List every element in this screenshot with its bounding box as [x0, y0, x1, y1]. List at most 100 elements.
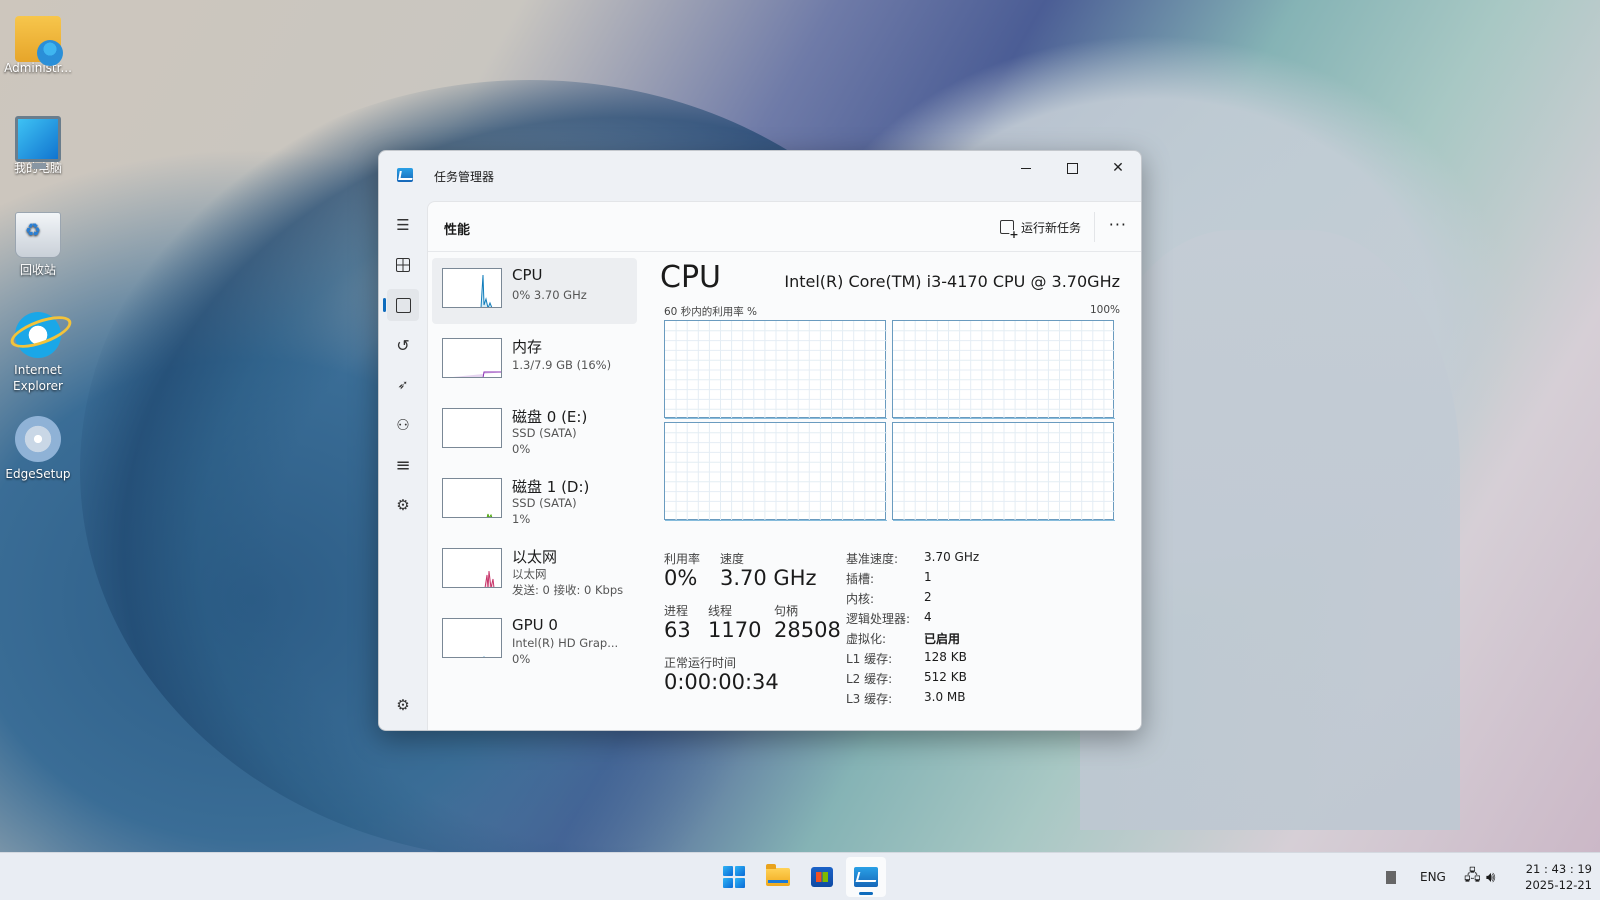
file-explorer-icon	[766, 864, 790, 886]
disk0-thumbnail	[442, 408, 502, 448]
utilization-axis-label: 60 秒内的利用率 %	[664, 306, 758, 318]
info-value: 128 KB	[924, 650, 967, 664]
user-folder-icon	[15, 16, 63, 66]
desktop-icon-label: 回收站	[19, 263, 56, 277]
desktop-icon-edgesetup[interactable]: EdgeSetup	[0, 410, 76, 482]
device-name: CPU	[512, 266, 543, 284]
info-key: L1 缓存:	[846, 652, 893, 666]
disk1-thumbnail	[442, 478, 502, 518]
info-value: 3.0 MB	[924, 690, 966, 704]
info-key: 内核:	[846, 592, 875, 606]
device-sub1: 以太网	[512, 567, 547, 581]
device-sub1: 0% 3.70 GHz	[512, 288, 587, 302]
handles-label: 句柄	[774, 604, 799, 618]
notification-tray-icon[interactable]	[1386, 853, 1396, 900]
run-new-task-button[interactable]: 运行新任务	[999, 215, 1081, 240]
cpu-graph-core-2	[664, 422, 887, 521]
cpu-graph-svg	[893, 423, 1115, 521]
device-sub1: SSD (SATA)	[512, 426, 577, 440]
desktop-icon-my-computer[interactable]: 我的电脑	[0, 110, 76, 176]
info-value: 2	[924, 590, 932, 604]
nav-processes-icon[interactable]	[387, 249, 419, 281]
desktop-icon-label: Internet Explorer	[13, 363, 63, 393]
nav-services-icon[interactable]	[387, 489, 419, 521]
device-item-cpu[interactable]: CPU 0% 3.70 GHz	[432, 258, 637, 324]
device-item-gpu0[interactable]: GPU 0 Intel(R) HD Grap... 0%	[432, 608, 637, 674]
clock-date: 2025-12-21	[1525, 878, 1592, 892]
processes-label: 进程	[664, 604, 689, 618]
desktop-icon-administrator[interactable]: Administr...	[0, 10, 76, 76]
cpu-graph-svg	[665, 321, 887, 419]
ethernet-thumbnail	[442, 548, 502, 588]
cpu-graph-svg	[665, 423, 887, 521]
device-item-memory[interactable]: 内存 1.3/7.9 GB (16%)	[432, 328, 637, 394]
network-icon[interactable]: 🖧	[1464, 853, 1481, 900]
task-manager-icon	[854, 867, 878, 887]
setup-disc-icon	[11, 410, 61, 462]
info-key: L2 缓存:	[846, 672, 893, 686]
device-name: 磁盘 1 (D:)	[512, 478, 590, 496]
device-sub1: SSD (SATA)	[512, 496, 577, 510]
system-clock[interactable]: 21 : 43 : 19 2025-12-21	[1512, 861, 1592, 893]
taskbar: ENG 🖧 🔊︎ 21 : 43 : 19 2025-12-21	[0, 852, 1600, 900]
device-name: 内存	[512, 338, 543, 356]
processes-value: 63	[664, 618, 691, 642]
nav-users-icon[interactable]	[387, 409, 419, 441]
computer-icon	[15, 116, 61, 169]
nav-performance-icon[interactable]	[383, 289, 419, 321]
hamburger-menu-icon[interactable]	[387, 209, 419, 241]
input-language[interactable]: ENG	[1420, 853, 1446, 900]
maximize-button[interactable]	[1049, 151, 1095, 185]
nav-rail	[379, 201, 427, 730]
device-name: 以太网	[512, 548, 558, 566]
new-task-icon	[999, 220, 1019, 240]
device-item-ethernet[interactable]: 以太网 以太网 发送: 0 接收: 0 Kbps	[432, 538, 637, 604]
device-sub2: 0%	[512, 442, 531, 456]
cpu-graph-svg	[893, 321, 1115, 419]
desktop-icon-recycle-bin[interactable]: 回收站	[0, 212, 76, 278]
nav-app-history-icon[interactable]	[387, 329, 419, 361]
nav-startup-apps-icon[interactable]	[387, 369, 419, 401]
info-value: 已启用	[924, 632, 961, 646]
window-title: 任务管理器	[434, 170, 495, 184]
speed-label: 速度	[720, 552, 745, 566]
close-button[interactable]	[1095, 151, 1141, 185]
utilization-label: 利用率	[664, 552, 701, 566]
minimize-button[interactable]	[1003, 151, 1049, 185]
uptime-label: 正常运行时间	[664, 656, 737, 670]
store-icon	[811, 867, 833, 887]
taskbar-file-explorer[interactable]	[758, 857, 798, 897]
title-bar[interactable]: 任务管理器	[379, 151, 1141, 201]
utilization-value: 0%	[664, 566, 698, 590]
info-value: 3.70 GHz	[924, 550, 980, 564]
threads-label: 线程	[708, 604, 733, 618]
cpu-graph-core-0	[664, 320, 887, 419]
utilization-max-label: 100%	[1089, 304, 1120, 316]
device-item-disk1[interactable]: 磁盘 1 (D:) SSD (SATA) 1%	[432, 468, 637, 534]
settings-gear-icon[interactable]	[387, 689, 419, 721]
info-key: 虚拟化:	[846, 632, 887, 646]
taskbar-store[interactable]	[802, 857, 842, 897]
cpu-graphs	[664, 320, 1116, 521]
internet-explorer-icon	[15, 312, 61, 358]
volume-icon[interactable]: 🔊︎	[1486, 853, 1495, 900]
memory-thumbnail	[442, 338, 502, 378]
speed-value: 3.70 GHz	[720, 566, 817, 590]
more-options-button[interactable]: ···	[1109, 215, 1127, 234]
desktop-icon-internet-explorer[interactable]: Internet Explorer	[0, 312, 76, 394]
start-button[interactable]	[714, 857, 754, 897]
info-key: 基准速度:	[846, 552, 899, 566]
device-sub2: 1%	[512, 512, 531, 526]
taskbar-task-manager[interactable]	[846, 857, 886, 897]
device-item-disk0[interactable]: 磁盘 0 (E:) SSD (SATA) 0%	[432, 398, 637, 464]
header-divider	[1094, 212, 1095, 242]
info-value: 512 KB	[924, 670, 967, 684]
cpu-graph-core-3	[892, 422, 1115, 521]
desktop-icon-label: EdgeSetup	[5, 467, 71, 481]
device-list: CPU 0% 3.70 GHz 内存 1.3/7.9 GB (16%) 磁盘 0…	[432, 258, 637, 678]
windows-start-icon	[723, 866, 745, 888]
cpu-model: Intel(R) Core(TM) i3-4170 CPU @ 3.70GHz	[784, 272, 1120, 291]
cpu-title: CPU	[660, 260, 721, 295]
content-header: 性能 运行新任务 ···	[428, 202, 1141, 252]
nav-details-icon[interactable]	[387, 449, 419, 481]
